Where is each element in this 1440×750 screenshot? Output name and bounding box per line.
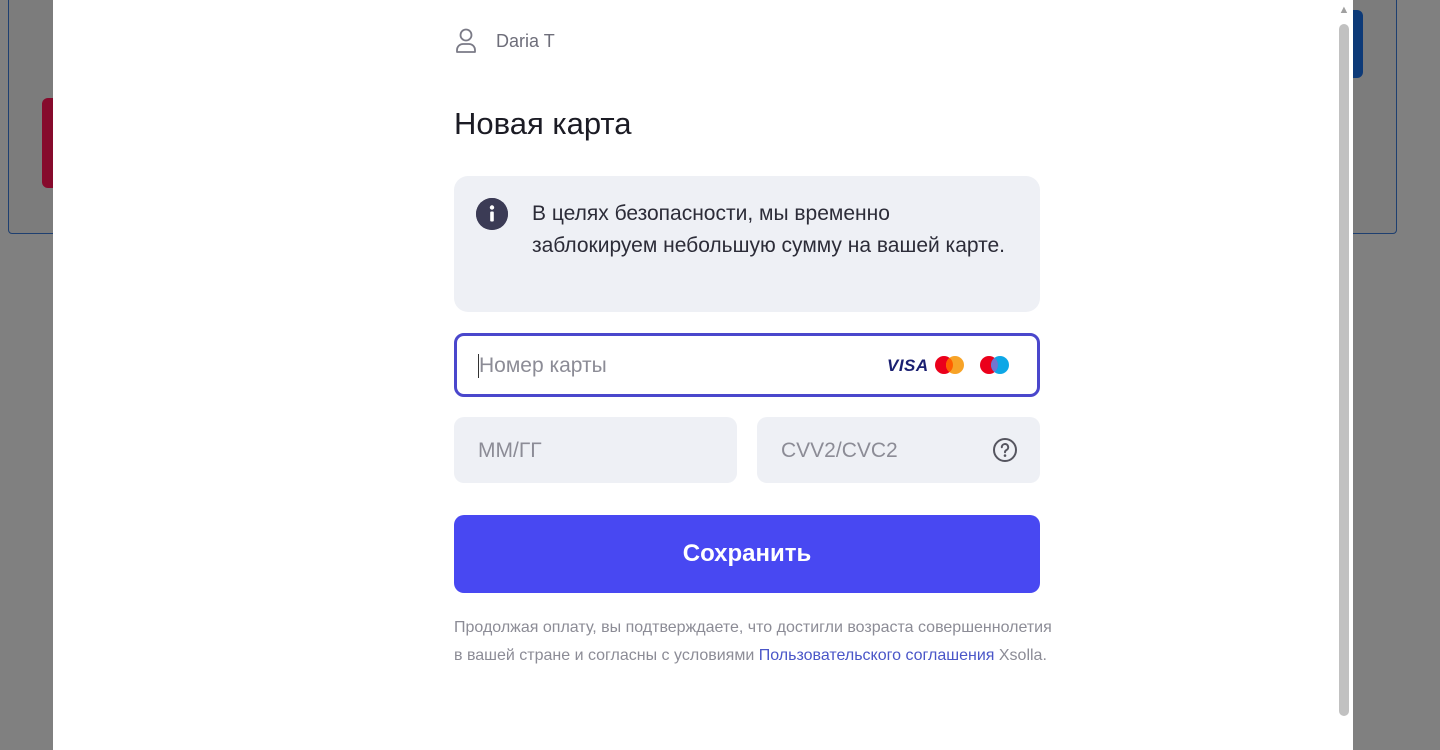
text-caret (478, 354, 479, 378)
user-icon (454, 27, 478, 55)
legal-text-end: Xsolla. (994, 647, 1047, 664)
cvv-field[interactable] (757, 417, 1040, 483)
cvv-input[interactable] (779, 431, 983, 471)
expiry-input[interactable] (476, 431, 680, 471)
question-circle-icon[interactable] (992, 437, 1018, 463)
maestro-icon (978, 354, 1012, 376)
mastercard-icon (933, 354, 967, 376)
legal-notice: Продолжая оплату, вы подтверждаете, что … (454, 614, 1054, 670)
security-notice: В целях безопасности, мы временно заблок… (454, 176, 1040, 312)
page-title: Новая карта (454, 106, 632, 141)
visa-icon: VISA (887, 356, 929, 375)
user-info: Daria T (454, 26, 555, 56)
expiry-field[interactable] (454, 417, 737, 483)
card-number-input[interactable] (477, 346, 861, 386)
card-number-field[interactable]: VISA (454, 333, 1040, 397)
security-notice-text: В целях безопасности, мы временно заблок… (532, 202, 1006, 257)
payment-modal: Daria T Новая карта В целях безопасности… (53, 0, 1353, 750)
user-agreement-link[interactable]: Пользовательского соглашения (759, 647, 995, 664)
scroll-up-arrow-icon[interactable]: ▲ (1338, 4, 1350, 16)
user-name: Daria T (496, 30, 555, 51)
save-button[interactable]: Сохранить (454, 515, 1040, 593)
scrollbar-thumb[interactable] (1339, 24, 1349, 716)
info-icon (476, 198, 508, 230)
